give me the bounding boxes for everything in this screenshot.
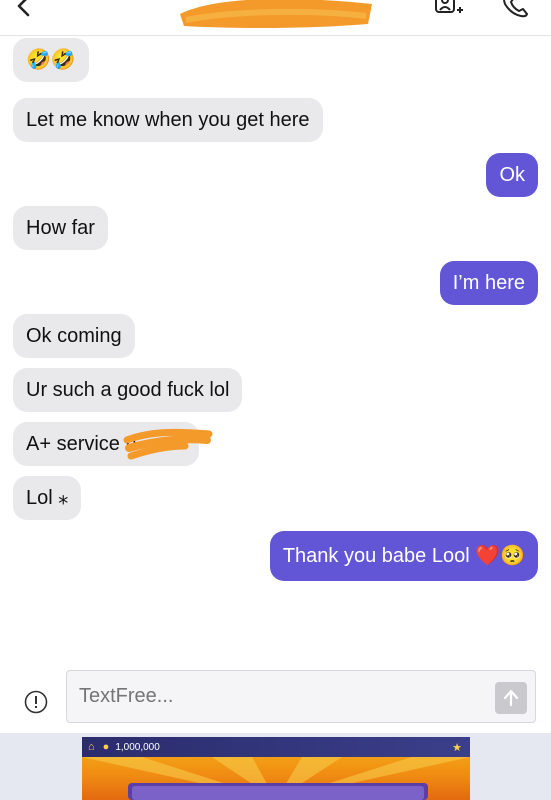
message-incoming[interactable]: Ur such a good fuck lol: [13, 368, 243, 412]
message-outgoing[interactable]: Thank you babe Lool ❤️🥺: [269, 531, 538, 581]
message-incoming[interactable]: Ok coming: [13, 314, 135, 358]
ad-coin-count: 1,000,000: [115, 741, 160, 753]
message-text: A+ service n: [26, 433, 137, 455]
star-icon: ★: [452, 741, 462, 754]
info-icon[interactable]: [24, 690, 48, 714]
message-text: Ok coming: [26, 325, 122, 347]
message-incoming[interactable]: 🤣🤣: [13, 38, 89, 82]
message-text: Let me know when you get here: [26, 109, 310, 131]
chevron-left-icon[interactable]: [12, 0, 36, 18]
message-input[interactable]: [66, 670, 536, 723]
message-incoming[interactable]: Let me know when you get here: [13, 98, 323, 142]
message-text: I’m here: [452, 272, 525, 294]
message-incoming[interactable]: A+ service n: [13, 422, 213, 466]
message-thread[interactable]: 🤣🤣 Let me know when you get here Ok How …: [0, 36, 551, 666]
message-text: Ok: [499, 164, 525, 186]
message-outgoing[interactable]: Ok: [486, 153, 538, 197]
home-icon: ⌂: [88, 741, 95, 753]
message-text: Thank you babe Lool ❤️🥺: [282, 545, 525, 567]
message-incoming[interactable]: Lol ⁎: [13, 476, 82, 520]
message-text: How far: [26, 217, 95, 239]
coin-icon: ●: [102, 741, 110, 753]
message-text: Ur such a good fuck lol: [26, 379, 230, 401]
redacted-contact-name[interactable]: [176, 0, 376, 32]
message-text: 🤣🤣: [26, 49, 76, 71]
phone-icon[interactable]: [499, 0, 533, 18]
send-arrow-icon: [503, 689, 519, 707]
ad-area: ⌂ ● 1,000,000 ★: [0, 733, 551, 800]
send-button[interactable]: [495, 682, 527, 714]
message-text: Lol ⁎: [26, 487, 69, 509]
message-outgoing[interactable]: I’m here: [439, 261, 538, 305]
add-contact-icon[interactable]: [433, 0, 467, 18]
ad-background-art: [82, 757, 470, 800]
header-actions: [433, 0, 533, 18]
message-incoming[interactable]: How far: [13, 206, 108, 250]
ad-banner[interactable]: ⌂ ● 1,000,000 ★: [82, 737, 470, 800]
conversation-header: [0, 0, 551, 36]
redaction-scribble: [123, 428, 213, 460]
ad-topbar: ⌂ ● 1,000,000 ★: [82, 737, 470, 757]
compose-bar: [0, 666, 551, 733]
